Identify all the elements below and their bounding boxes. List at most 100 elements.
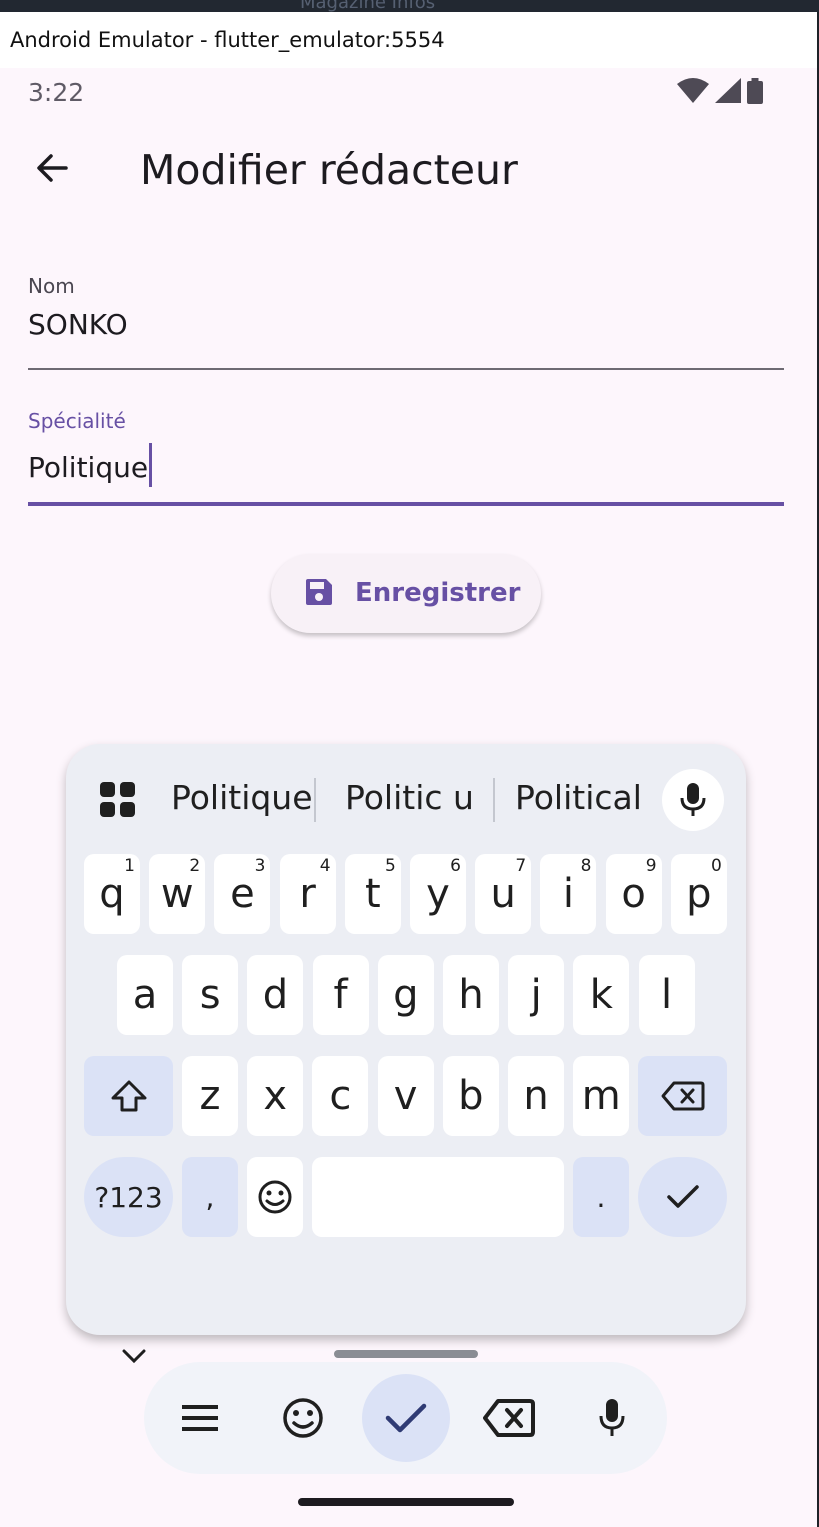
- nom-value[interactable]: SONKO: [28, 308, 784, 341]
- voice-input-button[interactable]: [662, 769, 724, 831]
- key-f-label: f: [333, 972, 348, 1018]
- voice-button[interactable]: [568, 1374, 656, 1462]
- key-z-label: z: [199, 1073, 221, 1119]
- key-n[interactable]: n: [508, 1056, 564, 1136]
- symbols-key[interactable]: ?123: [84, 1157, 173, 1237]
- check-icon: [385, 1403, 427, 1433]
- input-toolbar: [144, 1362, 667, 1474]
- key-i-label: i: [562, 871, 574, 917]
- key-r[interactable]: r4: [279, 854, 336, 934]
- key-o-hint: 9: [645, 856, 657, 876]
- os-top-strip: Magazine Infos: [0, 0, 819, 13]
- key-q-hint: 1: [124, 856, 135, 876]
- shift-icon: [111, 1080, 146, 1112]
- key-w-hint: 2: [189, 856, 201, 876]
- save-icon: [306, 579, 332, 605]
- emulator-title-bar: Android Emulator - flutter_emulator:5554: [0, 12, 817, 68]
- key-g[interactable]: g: [377, 955, 434, 1035]
- home-indicator[interactable]: [298, 1498, 514, 1506]
- key-i-hint: 8: [580, 856, 592, 876]
- key-v[interactable]: v: [377, 1056, 434, 1136]
- key-x[interactable]: x: [247, 1056, 304, 1136]
- nom-field[interactable]: Nom SONKO: [28, 274, 784, 370]
- suggestion-3[interactable]: Political: [515, 778, 642, 817]
- menu-button[interactable]: [156, 1374, 244, 1462]
- check-icon: [666, 1185, 699, 1208]
- key-s-label: s: [199, 972, 221, 1018]
- page-title: Modifier rédacteur: [140, 146, 518, 194]
- window-title: Android Emulator - flutter_emulator:5554: [10, 28, 445, 52]
- suggestion-2[interactable]: Politic u: [345, 778, 474, 817]
- emoji-button[interactable]: [259, 1374, 347, 1462]
- key-e-hint: 3: [254, 856, 266, 876]
- key-y[interactable]: y6: [410, 854, 466, 934]
- status-icons: [677, 78, 763, 104]
- specialite-label: Spécialité: [28, 409, 126, 433]
- comma-key[interactable]: ,: [182, 1157, 238, 1237]
- emoji-icon: [258, 1180, 292, 1214]
- wifi-icon: [677, 78, 709, 103]
- key-u-label: u: [490, 871, 516, 917]
- key-e-label: e: [230, 871, 255, 917]
- key-z[interactable]: z: [182, 1056, 238, 1136]
- key-r-hint: 4: [319, 856, 331, 876]
- key-m-label: m: [581, 1073, 621, 1119]
- key-h[interactable]: h: [443, 955, 499, 1035]
- key-s[interactable]: s: [182, 955, 239, 1035]
- key-u[interactable]: u7: [475, 854, 532, 934]
- key-y-hint: 6: [450, 856, 461, 876]
- signal-icon: [715, 78, 741, 103]
- suggestion-1[interactable]: Politique: [171, 778, 313, 817]
- key-k[interactable]: k: [573, 955, 630, 1035]
- specialite-input[interactable]: Politique: [28, 443, 784, 487]
- back-button[interactable]: [28, 144, 76, 192]
- key-t[interactable]: t5: [344, 854, 401, 934]
- key-o[interactable]: o9: [605, 854, 662, 934]
- period-key-label: .: [596, 1180, 606, 1214]
- suggestion-divider: [493, 778, 495, 822]
- space-key[interactable]: [312, 1157, 564, 1237]
- menu-icon: [182, 1405, 218, 1431]
- collapse-keyboard-button[interactable]: [116, 1338, 152, 1374]
- key-p-hint: 0: [710, 856, 722, 876]
- key-c-label: c: [329, 1073, 352, 1119]
- key-a-label: a: [132, 972, 158, 1018]
- microphone-icon: [680, 783, 706, 816]
- text-cursor: [149, 443, 153, 487]
- confirm-button[interactable]: [362, 1374, 450, 1462]
- apps-grid-icon[interactable]: [100, 782, 136, 818]
- arrow-back-icon: [37, 154, 68, 182]
- key-c[interactable]: c: [312, 1056, 369, 1136]
- key-m[interactable]: m: [573, 1056, 630, 1136]
- suggestion-divider: [314, 778, 316, 822]
- key-q[interactable]: q1: [84, 854, 140, 934]
- key-i[interactable]: i8: [540, 854, 597, 934]
- key-y-label: y: [426, 871, 450, 917]
- emoji-key[interactable]: [247, 1157, 303, 1237]
- status-time: 3:22: [28, 78, 85, 107]
- key-o-label: o: [621, 871, 646, 917]
- key-f[interactable]: f: [312, 955, 369, 1035]
- key-l[interactable]: l: [638, 955, 695, 1035]
- symbols-key-label: ?123: [94, 1180, 163, 1214]
- key-j[interactable]: j: [508, 955, 565, 1035]
- keyboard-drag-handle[interactable]: [334, 1350, 478, 1358]
- key-e[interactable]: e3: [214, 854, 271, 934]
- period-key[interactable]: .: [573, 1157, 629, 1237]
- specialite-field[interactable]: Spécialité Politique: [28, 409, 784, 506]
- key-b-label: b: [458, 1073, 484, 1119]
- key-w[interactable]: w2: [149, 854, 206, 934]
- enter-key[interactable]: [638, 1157, 727, 1237]
- key-p[interactable]: p0: [670, 854, 727, 934]
- key-b[interactable]: b: [442, 1056, 499, 1136]
- key-g-label: g: [393, 972, 419, 1018]
- microphone-icon: [599, 1399, 625, 1436]
- delete-button[interactable]: [465, 1374, 553, 1462]
- shift-key[interactable]: [84, 1056, 173, 1136]
- soft-keyboard: Politique Politic u Political q1w2e3r4t5…: [66, 744, 746, 1364]
- key-a[interactable]: a: [117, 955, 173, 1035]
- key-d[interactable]: d: [247, 955, 304, 1035]
- save-button[interactable]: Enregistrer: [271, 554, 541, 633]
- backspace-key[interactable]: [638, 1056, 727, 1136]
- key-t-label: t: [364, 871, 381, 917]
